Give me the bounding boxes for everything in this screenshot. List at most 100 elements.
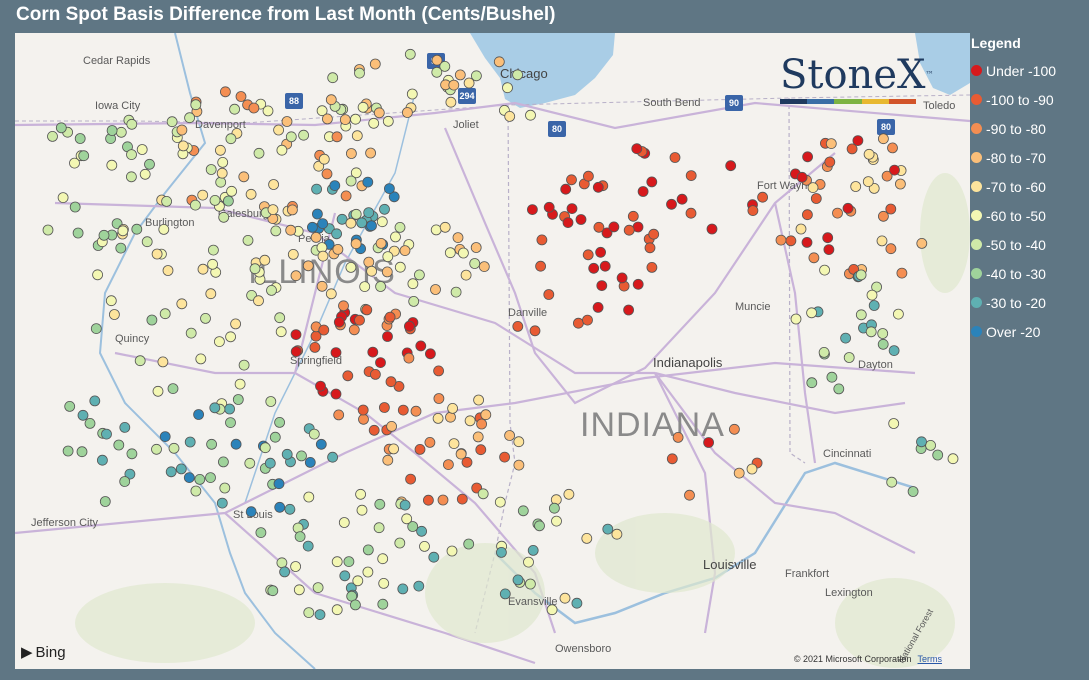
basis-point[interactable]	[646, 261, 658, 273]
basis-point[interactable]	[888, 418, 900, 429]
basis-point[interactable]	[369, 368, 381, 380]
basis-point[interactable]	[77, 409, 89, 421]
basis-point[interactable]	[373, 107, 385, 119]
terms-link[interactable]: Terms	[918, 654, 943, 664]
basis-point[interactable]	[672, 431, 684, 443]
basis-point[interactable]	[450, 286, 462, 298]
basis-point[interactable]	[445, 411, 456, 423]
basis-point[interactable]	[563, 488, 575, 500]
basis-point[interactable]	[592, 181, 604, 193]
basis-point[interactable]	[865, 326, 877, 338]
basis-point[interactable]	[294, 531, 306, 543]
basis-point[interactable]	[457, 247, 469, 259]
basis-point[interactable]	[175, 463, 187, 475]
basis-point[interactable]	[342, 370, 354, 382]
basis-point[interactable]	[447, 402, 459, 414]
basis-point[interactable]	[469, 258, 481, 269]
basis-point[interactable]	[608, 221, 620, 233]
basis-point[interactable]	[331, 556, 343, 568]
basis-point[interactable]	[57, 192, 69, 204]
basis-point[interactable]	[448, 438, 460, 450]
basis-point[interactable]	[464, 415, 476, 427]
basis-point[interactable]	[433, 393, 445, 404]
basis-point[interactable]	[101, 428, 112, 440]
basis-point[interactable]	[197, 189, 209, 201]
basis-point[interactable]	[394, 221, 406, 233]
basis-point[interactable]	[822, 232, 834, 244]
basis-point[interactable]	[549, 502, 560, 514]
basis-point[interactable]	[382, 115, 394, 127]
basis-point[interactable]	[329, 180, 341, 192]
basis-point[interactable]	[381, 266, 393, 278]
basis-point[interactable]	[432, 412, 444, 424]
basis-point[interactable]	[308, 428, 320, 440]
basis-point[interactable]	[375, 237, 387, 249]
basis-point[interactable]	[266, 284, 277, 296]
basis-point[interactable]	[206, 438, 218, 450]
basis-point[interactable]	[161, 195, 173, 207]
basis-point[interactable]	[205, 472, 216, 484]
legend-item[interactable]: -40 to -30	[971, 259, 1089, 288]
basis-point[interactable]	[139, 168, 151, 180]
basis-point[interactable]	[177, 140, 189, 152]
basis-point[interactable]	[317, 218, 329, 230]
basis-point[interactable]	[126, 149, 137, 160]
basis-point[interactable]	[559, 592, 571, 604]
basis-point[interactable]	[390, 231, 401, 243]
basis-point[interactable]	[309, 341, 321, 353]
basis-point[interactable]	[525, 578, 536, 590]
basis-point[interactable]	[350, 208, 362, 220]
basis-point[interactable]	[317, 250, 329, 262]
basis-point[interactable]	[184, 436, 196, 448]
legend-item[interactable]: -100 to -90	[971, 85, 1089, 114]
basis-point[interactable]	[215, 176, 227, 188]
basis-point[interactable]	[331, 604, 343, 616]
basis-point[interactable]	[581, 532, 593, 544]
basis-point[interactable]	[321, 113, 333, 125]
basis-point[interactable]	[470, 242, 482, 253]
basis-point[interactable]	[840, 332, 851, 344]
basis-point[interactable]	[866, 289, 878, 301]
basis-point[interactable]	[109, 309, 120, 320]
basis-point[interactable]	[119, 421, 131, 433]
basis-point[interactable]	[733, 467, 745, 479]
basis-point[interactable]	[373, 522, 385, 534]
basis-point[interactable]	[596, 280, 608, 292]
legend-item[interactable]: -50 to -40	[971, 230, 1089, 259]
basis-point[interactable]	[795, 223, 807, 235]
basis-point[interactable]	[623, 224, 635, 236]
basis-point[interactable]	[377, 553, 389, 565]
basis-point[interactable]	[863, 148, 875, 160]
basis-point[interactable]	[298, 129, 310, 141]
basis-point[interactable]	[276, 144, 288, 156]
basis-point[interactable]	[472, 431, 484, 443]
basis-point[interactable]	[383, 183, 395, 195]
basis-point[interactable]	[357, 404, 369, 416]
basis-point[interactable]	[274, 501, 286, 513]
basis-point[interactable]	[234, 378, 246, 390]
basis-point[interactable]	[365, 147, 377, 159]
basis-point[interactable]	[126, 448, 138, 460]
basis-point[interactable]	[431, 54, 443, 66]
basis-point[interactable]	[403, 320, 415, 332]
basis-point[interactable]	[404, 48, 416, 60]
basis-point[interactable]	[316, 280, 328, 292]
legend-item[interactable]: Under -100	[971, 56, 1089, 85]
basis-point[interactable]	[350, 238, 362, 250]
basis-point[interactable]	[405, 473, 417, 485]
basis-point[interactable]	[290, 270, 302, 282]
basis-point[interactable]	[685, 170, 697, 182]
basis-point[interactable]	[158, 223, 170, 235]
basis-point[interactable]	[895, 178, 906, 190]
basis-point[interactable]	[113, 439, 125, 451]
basis-point[interactable]	[238, 359, 250, 371]
basis-point[interactable]	[89, 395, 101, 407]
basis-point[interactable]	[98, 229, 110, 241]
basis-point[interactable]	[269, 431, 281, 443]
basis-point[interactable]	[806, 377, 818, 389]
basis-point[interactable]	[76, 446, 88, 458]
basis-point[interactable]	[349, 599, 361, 611]
basis-point[interactable]	[358, 413, 369, 425]
basis-point[interactable]	[209, 194, 221, 206]
basis-point[interactable]	[399, 499, 411, 511]
